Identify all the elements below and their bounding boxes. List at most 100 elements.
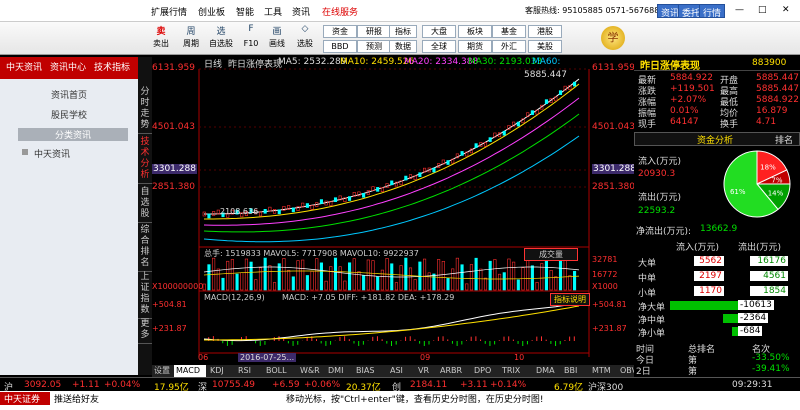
indicator-tab-arbr[interactable]: ARBR: [438, 365, 470, 377]
indicator-tab-trix[interactable]: TRIX: [500, 365, 532, 377]
period-button[interactable]: 周周期: [178, 24, 204, 54]
indicator-tab-mtm[interactable]: MTM: [590, 365, 616, 377]
left-menu-category[interactable]: 分类资讯: [18, 128, 128, 141]
volume-bar: [502, 272, 506, 291]
x-tick-09: 09: [420, 353, 431, 362]
tb-sector[interactable]: 板块: [458, 25, 492, 38]
volume-bar: [376, 276, 380, 291]
vertical-tabs: 分时走势 技术分析 自选股 综合排名 上证指数 更多: [138, 57, 152, 375]
tb-data[interactable]: 数据: [389, 40, 417, 53]
indicator-tab-w&r[interactable]: W&R: [298, 365, 324, 377]
share-friends-link[interactable]: 推送给好友: [54, 392, 99, 405]
candle: [432, 167, 436, 173]
indicator-tab-vr[interactable]: VR: [416, 365, 436, 377]
left-menu-home[interactable]: 资讯首页: [0, 88, 138, 101]
bottom-bar: 中天证券 推送给好友 移动光标，按"Ctrl+enter"键，查看历史分时图，在…: [0, 391, 800, 410]
volume-button[interactable]: 成交量: [524, 248, 578, 261]
volume-bar: [408, 267, 413, 291]
tb-report[interactable]: 研报: [357, 25, 391, 38]
vtab-intraday[interactable]: 分时走势: [138, 85, 152, 134]
volume-bar: [216, 268, 220, 291]
tree-item-zhongtian[interactable]: 中天资讯: [34, 147, 70, 160]
fund-pie-chart: 18% 7% 14% 61%: [723, 150, 791, 218]
tb-forex[interactable]: 外汇: [492, 40, 526, 53]
candle: [273, 209, 277, 214]
volume-bar: [329, 266, 333, 291]
volume-bar: [263, 257, 267, 291]
volume-bar: [554, 276, 558, 291]
fund-analysis-tab[interactable]: 资金分析: [697, 133, 733, 146]
tb-fundmkt[interactable]: 基金: [492, 25, 526, 38]
candle: [530, 110, 534, 115]
tb-futures[interactable]: 期货: [458, 40, 492, 53]
tb-fund[interactable]: 资金: [323, 25, 357, 38]
maximize-icon[interactable]: □: [758, 5, 767, 15]
tb-bbd[interactable]: BBD: [323, 40, 357, 53]
volume-bar: [488, 260, 492, 291]
tb-global[interactable]: 全球: [422, 40, 456, 53]
volume-bar: [226, 260, 230, 291]
school-ball-icon[interactable]: 学: [601, 26, 625, 50]
menu-item-gem[interactable]: 创业板: [198, 5, 225, 18]
outflow-label: 流出(万元): [638, 193, 682, 203]
menu-item-online[interactable]: 在线服务: [322, 5, 358, 18]
tb-indicator[interactable]: 指标: [389, 25, 417, 38]
vtab-shindex[interactable]: 上证指数: [138, 270, 152, 319]
menu-item-tools[interactable]: 工具: [264, 5, 282, 18]
tb-us[interactable]: 美股: [528, 40, 562, 53]
tb-hk[interactable]: 港股: [528, 25, 562, 38]
volume-bar: [287, 269, 291, 291]
indicator-tab-rsi[interactable]: RSI: [236, 365, 262, 377]
volume-bar: [413, 279, 417, 291]
net-bar: [723, 314, 738, 323]
volume-bar: [362, 275, 366, 291]
vtab-technical[interactable]: 技术分析: [138, 135, 152, 184]
watchlist-button[interactable]: 选自选股: [208, 24, 234, 54]
rank-tab[interactable]: 排名: [775, 133, 793, 146]
tab-zhongtian-news[interactable]: 中天资讯: [6, 60, 42, 73]
volume-bar: [301, 259, 305, 291]
indicator-tab-macd[interactable]: MACD: [174, 365, 206, 377]
minimize-icon[interactable]: —: [735, 5, 744, 15]
volume-bar: [277, 263, 281, 291]
indicator-tab-boll[interactable]: BOLL: [264, 365, 296, 377]
brand-badge[interactable]: 中天证券: [0, 392, 50, 405]
indicator-help-button[interactable]: 指标说明: [550, 293, 590, 306]
vtab-watchlist[interactable]: 自选股: [138, 185, 152, 223]
chart-area[interactable]: 日线 昨日涨停表现 MA5: 2532.289 MA10: 2459.526 M…: [152, 57, 637, 375]
menu-bar: 扩展行情 创业板 智能 工具 资讯 在线服务 客服热线: 95105885 05…: [0, 0, 800, 22]
indicator-tab-asi[interactable]: ASI: [388, 365, 414, 377]
indicator-tab-kdj[interactable]: KDJ: [208, 365, 234, 377]
indicator-tab-dpo[interactable]: DPO: [472, 365, 498, 377]
indicator-tab-bbi[interactable]: BBI: [562, 365, 588, 377]
vtab-ranking[interactable]: 综合排名: [138, 223, 152, 272]
menu-item-smart[interactable]: 智能: [236, 5, 254, 18]
tb-market[interactable]: 大盘: [422, 25, 456, 38]
volume-bar: [202, 283, 206, 291]
tab-news-center[interactable]: 资讯中心: [50, 60, 86, 73]
draw-button[interactable]: 画画线: [264, 24, 290, 54]
vtab-more[interactable]: 更多: [138, 317, 152, 344]
left-panel: [0, 57, 138, 375]
candle: [258, 211, 263, 217]
chart-title: 昨日涨停表现: [228, 60, 283, 70]
pick-button[interactable]: ◇ 选股: [292, 24, 318, 54]
indicator-tab-bias[interactable]: BIAS: [354, 365, 386, 377]
indicator-tab-dmi[interactable]: DMI: [326, 365, 352, 377]
close-icon[interactable]: ✕: [782, 5, 790, 15]
menu-item-ext[interactable]: 扩展行情: [151, 5, 187, 18]
f10-button[interactable]: F F10: [238, 24, 264, 54]
candle: [333, 197, 338, 202]
menu-item-news[interactable]: 资讯: [292, 5, 310, 18]
left-menu-school[interactable]: 股民学校: [0, 108, 138, 121]
tb-forecast[interactable]: 预测: [357, 40, 391, 53]
indicator-tab-dma[interactable]: DMA: [534, 365, 560, 377]
low-marker: 2108.636: [220, 207, 259, 216]
indicator-tab-设置[interactable]: 设置: [152, 365, 172, 377]
stat-value: 16.879: [756, 106, 788, 116]
volume-bar: [427, 272, 431, 291]
btn-quote[interactable]: 行情: [699, 4, 726, 19]
sell-button[interactable]: 卖卖出: [148, 24, 174, 54]
vol-ry-3: X1000: [592, 282, 618, 291]
tab-tech-indicator[interactable]: 技术指标: [94, 60, 130, 73]
